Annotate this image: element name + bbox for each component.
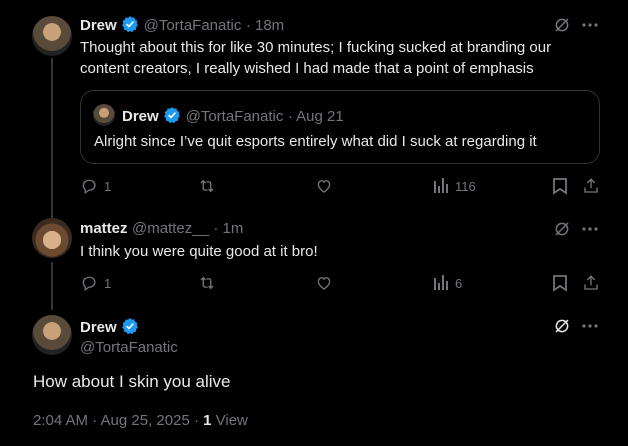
like-icon bbox=[315, 274, 333, 292]
quote-text: Alright since I’ve quit esports entirely… bbox=[94, 133, 537, 150]
views-icon bbox=[433, 274, 449, 292]
tweet-text: Thought about this for like 30 minutes; … bbox=[80, 37, 620, 79]
quote-author-name: Drew bbox=[122, 108, 159, 125]
reply-icon bbox=[80, 274, 98, 292]
tweet-meta: 2:04 AM · Aug 25, 2025 · 1 View bbox=[33, 412, 248, 429]
author-name[interactable]: mattez bbox=[80, 220, 128, 237]
focused-author: Drew @TortaFanatic bbox=[80, 317, 178, 356]
bookmark-icon[interactable] bbox=[552, 177, 568, 195]
quote-time: · Aug 21 bbox=[287, 108, 344, 125]
like-button[interactable] bbox=[315, 274, 333, 292]
tweet-time[interactable]: · 18m bbox=[246, 17, 284, 34]
thread-line bbox=[51, 58, 53, 218]
tweet2-header: mattez @mattez__ · 1m bbox=[80, 220, 243, 238]
views-count: 116 bbox=[455, 178, 476, 194]
verified-badge-icon bbox=[121, 15, 139, 33]
retweet-button[interactable] bbox=[197, 274, 217, 292]
reply-button[interactable]: 1 bbox=[80, 177, 111, 195]
retweet-button[interactable] bbox=[197, 177, 217, 195]
bookmark-icon[interactable] bbox=[552, 274, 568, 292]
avatar-mattez[interactable] bbox=[32, 218, 72, 258]
avatar-drew-focused[interactable] bbox=[32, 315, 72, 355]
author-name[interactable]: Drew bbox=[80, 17, 117, 34]
share-icon[interactable] bbox=[582, 177, 600, 195]
avatar-drew[interactable] bbox=[32, 16, 72, 56]
verified-badge-icon bbox=[121, 317, 139, 335]
more-icon[interactable] bbox=[581, 18, 599, 32]
tweet-timestamp[interactable]: 2:04 AM · Aug 25, 2025 · bbox=[33, 412, 203, 429]
quote-avatar bbox=[93, 104, 115, 126]
view-label: View bbox=[211, 412, 248, 429]
like-icon bbox=[315, 177, 333, 195]
reply-icon bbox=[80, 177, 98, 195]
more-icon[interactable] bbox=[581, 319, 599, 333]
author-handle[interactable]: @TortaFanatic bbox=[80, 339, 178, 356]
quote-author-handle: @TortaFanatic bbox=[185, 108, 284, 125]
quote-tweet-card[interactable]: Drew @TortaFanatic · Aug 21 Alright sinc… bbox=[80, 90, 600, 164]
grok-icon[interactable] bbox=[553, 317, 571, 335]
grok-icon[interactable] bbox=[553, 16, 571, 34]
tweet-text-line: Thought about this for like 30 minutes; … bbox=[80, 39, 552, 56]
grok-icon[interactable] bbox=[553, 220, 571, 238]
like-button[interactable] bbox=[315, 177, 333, 195]
tweet-text: I think you were quite good at it bro! bbox=[80, 243, 318, 260]
reply-count: 1 bbox=[104, 178, 112, 194]
more-icon[interactable] bbox=[581, 222, 599, 236]
tweet1-header: Drew @TortaFanatic · 18m bbox=[80, 15, 284, 35]
tweet-text-line: content creators, I really wished I had … bbox=[80, 60, 534, 77]
focused-tweet-text: How about I skin you alive bbox=[33, 372, 231, 391]
quote-header: Drew @TortaFanatic · Aug 21 bbox=[122, 106, 344, 126]
views-button[interactable]: 6 bbox=[433, 274, 462, 292]
author-name[interactable]: Drew bbox=[80, 319, 117, 336]
reply-button[interactable]: 1 bbox=[80, 274, 111, 292]
verified-badge-icon bbox=[163, 106, 181, 124]
views-button[interactable]: 116 bbox=[433, 177, 476, 195]
retweet-icon bbox=[197, 274, 217, 292]
reply-count: 1 bbox=[104, 275, 112, 291]
author-handle[interactable]: @TortaFanatic bbox=[144, 17, 242, 34]
thread-line bbox=[51, 262, 53, 310]
views-count: 6 bbox=[455, 275, 463, 291]
views-icon bbox=[433, 177, 449, 195]
retweet-icon bbox=[197, 177, 217, 195]
share-icon[interactable] bbox=[582, 274, 600, 292]
author-handle[interactable]: @mattez__ bbox=[132, 220, 209, 237]
tweet-time[interactable]: · 1m bbox=[213, 220, 243, 237]
